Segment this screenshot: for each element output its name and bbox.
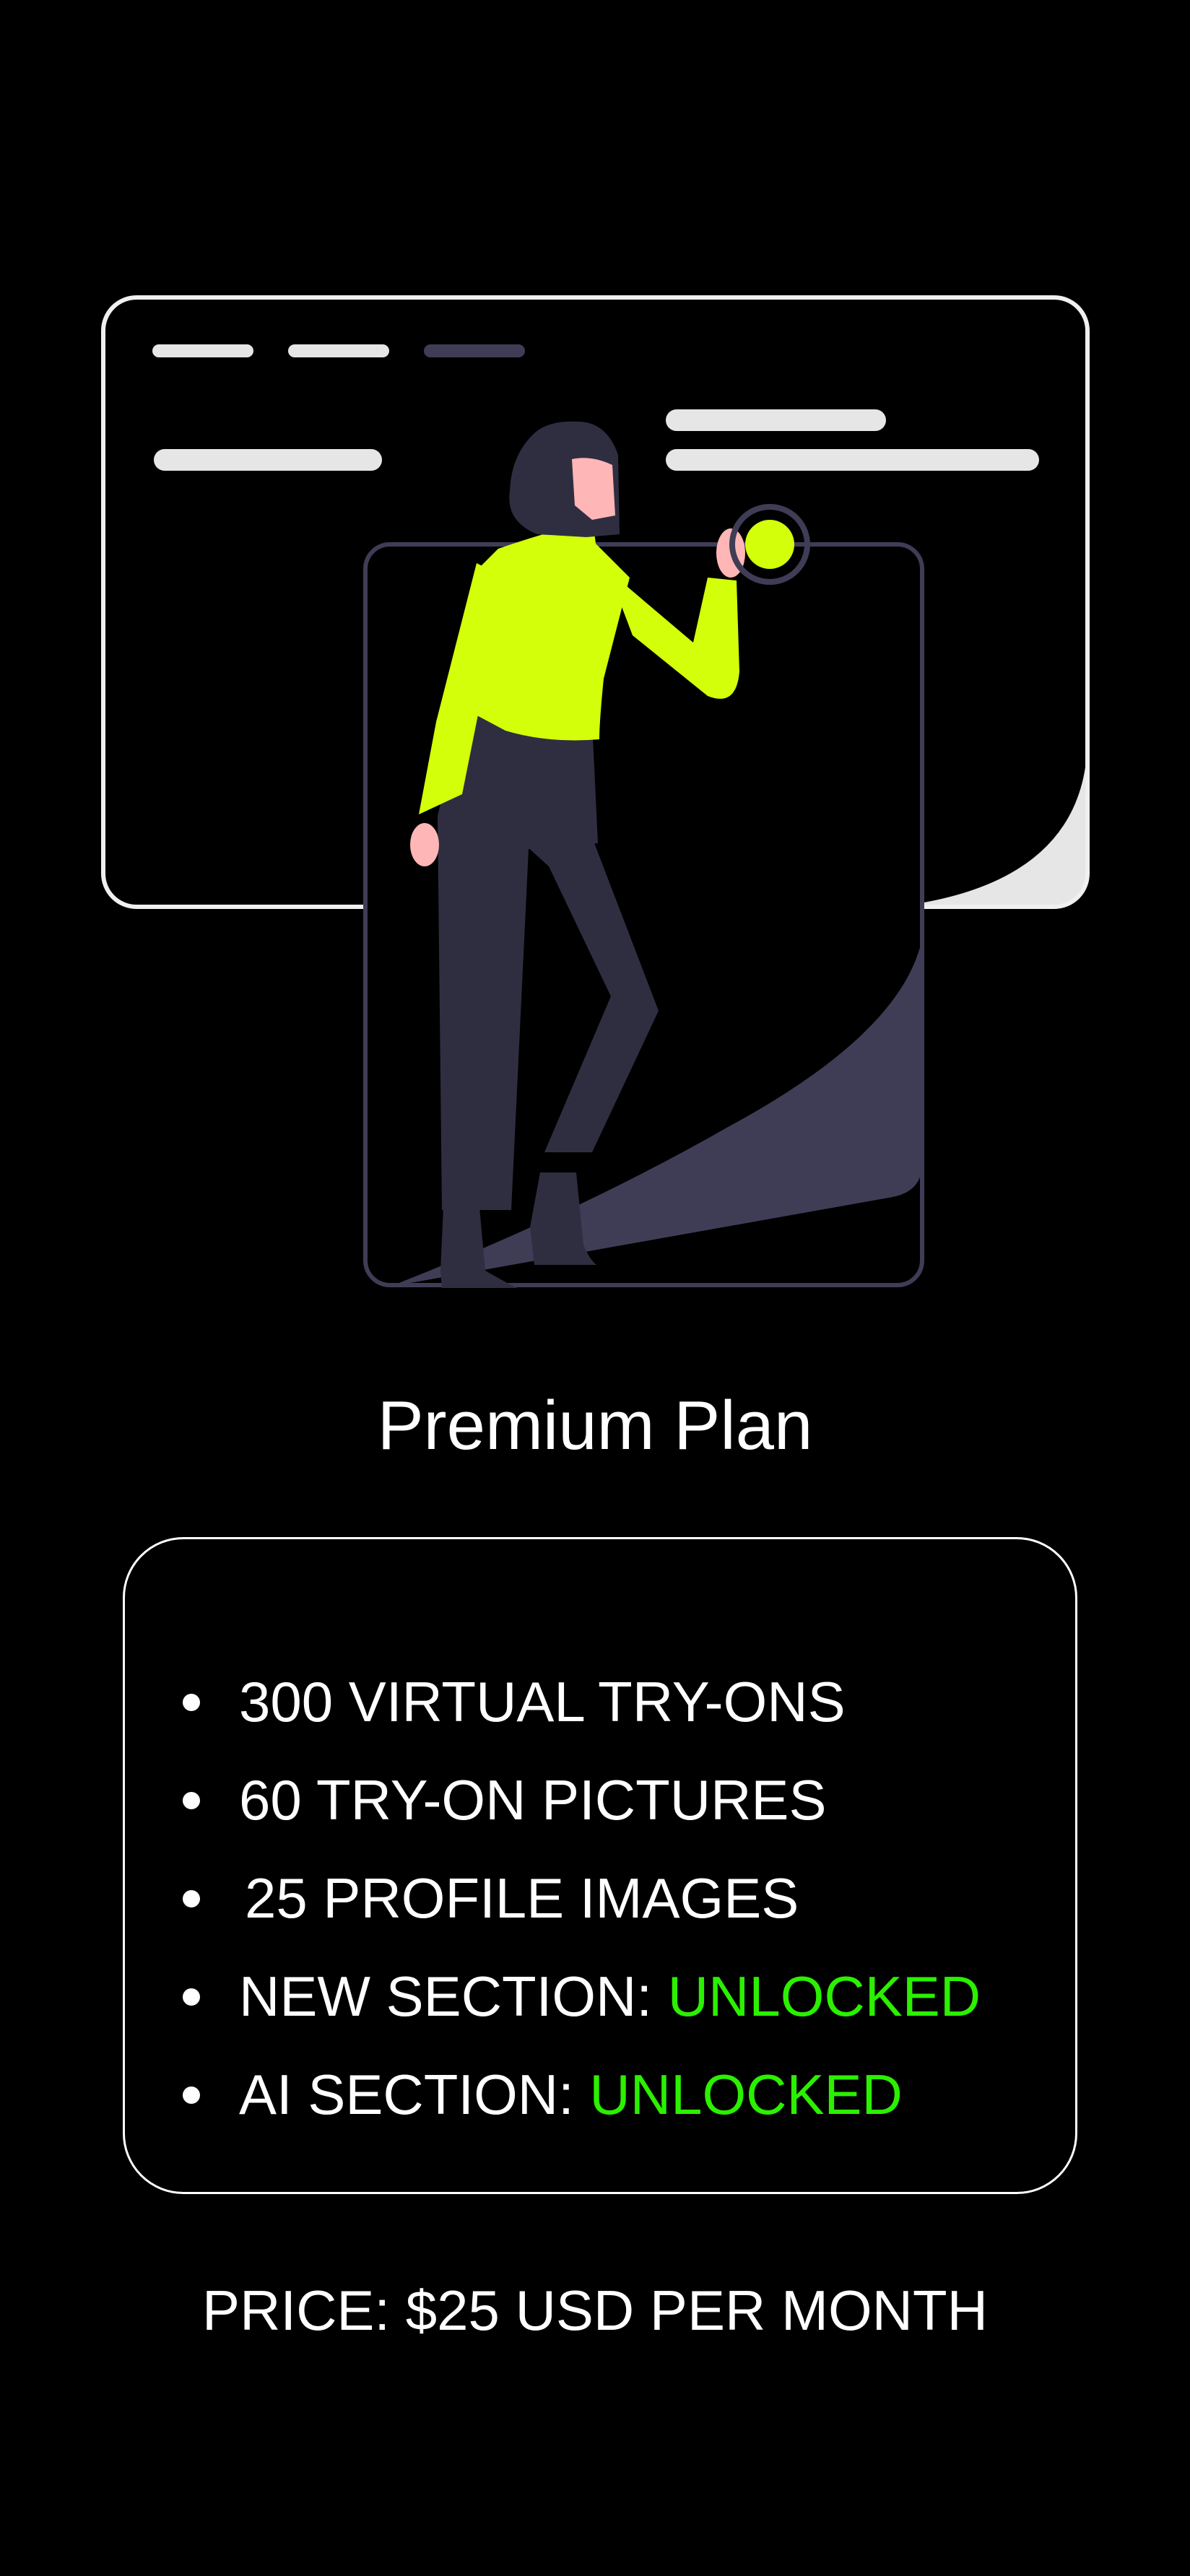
feature-label: NEW SECTION: [239,1964,668,2028]
woman-pressing-button-illustration [101,295,1090,1288]
target-button [745,520,794,569]
woman-hand [410,823,439,866]
features-list: 300 VIRTUAL TRY-ONS 60 TRY-ON PICTURES 2… [183,1653,981,2144]
feature-item-virtual-try-ons: 300 VIRTUAL TRY-ONS [183,1653,981,1751]
features-card: 300 VIRTUAL TRY-ONS 60 TRY-ON PICTURES 2… [123,1537,1077,2194]
bullet-icon [183,1694,200,1711]
feature-item-try-on-pictures: 60 TRY-ON PICTURES [183,1751,981,1849]
bullet-icon [183,2087,200,2104]
bullet-icon [183,1988,200,2006]
feature-item-new-section: NEW SECTION: UNLOCKED [183,1947,981,2045]
feature-text: 60 TRY-ON PICTURES [239,1768,827,1832]
feature-item-ai-section: AI SECTION: UNLOCKED [183,2045,981,2144]
feature-label: AI SECTION: [239,2063,590,2126]
price-text: PRICE: $25 USD PER MONTH [202,2279,988,2342]
feature-text: 300 VIRTUAL TRY-ONS [239,1670,846,1733]
plan-title: Premium Plan [377,1387,813,1464]
bullet-icon [183,1890,200,1907]
feature-item-profile-images: 25 PROFILE IMAGES [183,1849,981,1947]
feature-text: 25 PROFILE IMAGES [245,1866,799,1930]
unlocked-status: UNLOCKED [667,1964,981,2028]
unlocked-status: UNLOCKED [589,2063,903,2126]
bullet-icon [183,1792,200,1809]
